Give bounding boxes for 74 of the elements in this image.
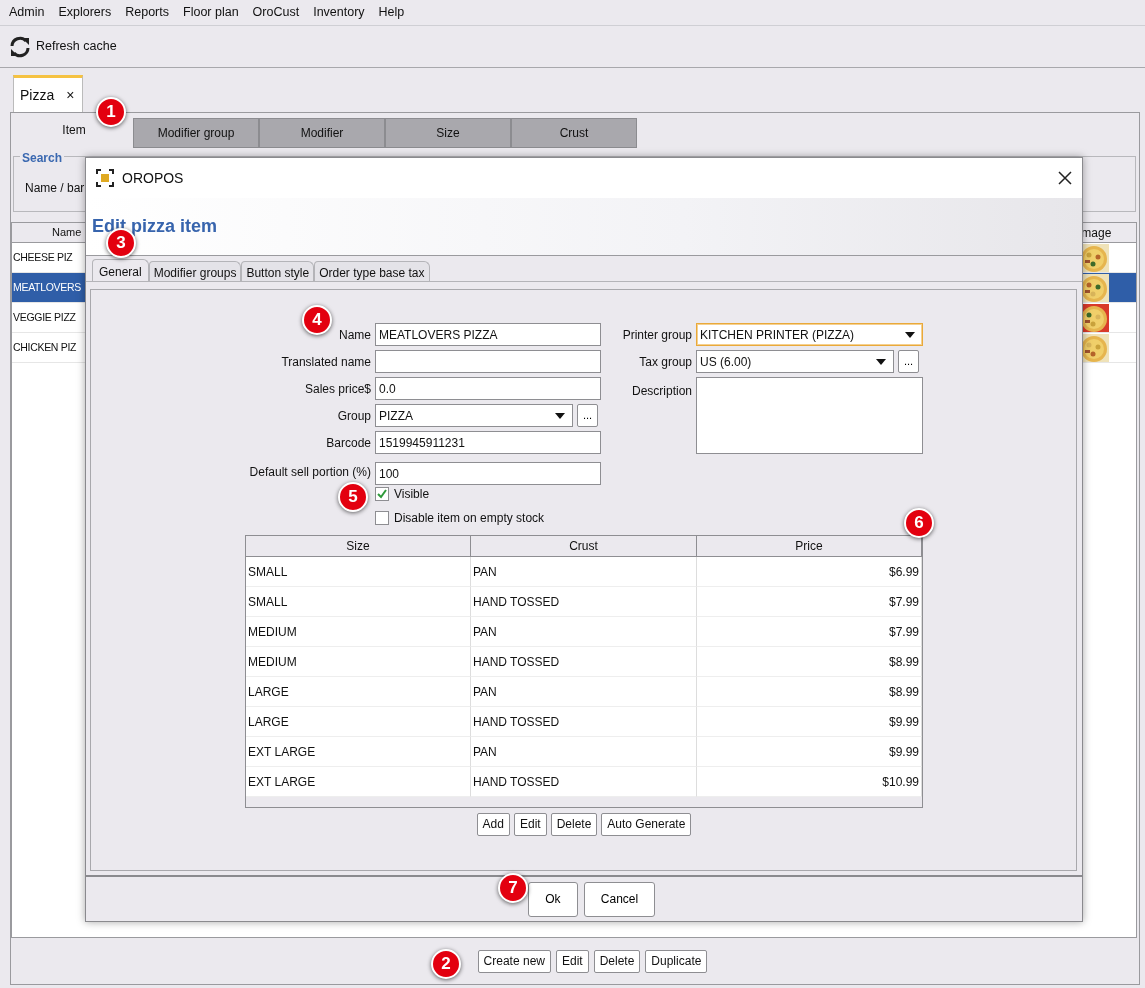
tab[interactable]: Modifier groups bbox=[148, 261, 242, 281]
toolbar-button-label[interactable]: Refresh cache bbox=[36, 37, 117, 56]
action-button[interactable]: Create new bbox=[477, 949, 551, 973]
dropdown[interactable]: KITCHEN PRINTER (PIZZA) bbox=[696, 323, 923, 346]
field-label: Description bbox=[630, 383, 692, 400]
table-cell-text: CHEESE PIZ bbox=[13, 249, 73, 265]
tab[interactable]: Modifier group bbox=[133, 118, 259, 148]
input-field[interactable]: MEATLOVERS PIZZA bbox=[375, 323, 601, 346]
menu-item[interactable]: OroCust bbox=[245, 3, 307, 22]
menu-item[interactable]: Help bbox=[371, 3, 412, 22]
refresh-icon[interactable] bbox=[8, 34, 32, 59]
callout-marker: 1 bbox=[96, 97, 126, 127]
table-cell-text: CHICKEN PIZ bbox=[13, 339, 77, 355]
cancel-button[interactable]: Cancel bbox=[583, 881, 656, 917]
column-header: Size bbox=[246, 536, 471, 557]
action-button[interactable]: Edit bbox=[556, 949, 589, 973]
column-header: Crust bbox=[471, 536, 697, 557]
window-title: OROPOS bbox=[122, 168, 185, 188]
column-header: Price bbox=[697, 536, 922, 557]
browse-button[interactable]: ... bbox=[577, 404, 598, 427]
menu-item[interactable]: Floor plan bbox=[176, 3, 246, 22]
tab[interactable]: General bbox=[92, 259, 149, 281]
field-label: Name / bar bbox=[25, 180, 85, 197]
tab-label: Pizza bbox=[20, 85, 55, 105]
ok-button[interactable]: Ok bbox=[527, 881, 578, 917]
tab[interactable]: Size bbox=[385, 118, 511, 148]
action-button[interactable]: Delete bbox=[593, 949, 641, 973]
menu-item[interactable]: Inventory bbox=[306, 3, 372, 22]
input-field[interactable]: 0.0 bbox=[375, 377, 601, 400]
table-cell: HAND TOSSED bbox=[471, 767, 697, 797]
field-label: Name bbox=[338, 326, 371, 344]
input-field[interactable] bbox=[375, 350, 601, 373]
input-field[interactable]: 100 bbox=[375, 462, 601, 485]
table-action-button[interactable]: Add bbox=[476, 813, 510, 836]
tab[interactable]: Crust bbox=[511, 118, 637, 148]
field-label: Barcode bbox=[325, 434, 371, 452]
dropdown[interactable]: PIZZA bbox=[375, 404, 573, 427]
table-cell-text: VEGGIE PIZZ bbox=[13, 309, 76, 325]
table-cell: $10.99 bbox=[697, 767, 922, 797]
menu-item[interactable]: Admin bbox=[2, 3, 52, 22]
column-header: Name bbox=[52, 225, 82, 241]
close-button[interactable]: × bbox=[66, 84, 75, 106]
field-label: Printer group bbox=[621, 326, 692, 344]
action-button[interactable]: Duplicate bbox=[645, 949, 708, 973]
tab[interactable]: Order type base tax bbox=[314, 261, 430, 281]
table-cell: EXT LARGE bbox=[246, 767, 471, 797]
document-tab[interactable]: Pizza × bbox=[13, 75, 83, 112]
browse-button[interactable]: ... bbox=[898, 350, 919, 373]
dropdown[interactable]: US (6.00) bbox=[696, 350, 894, 373]
check-icon bbox=[376, 488, 388, 500]
app-icon bbox=[96, 169, 114, 187]
field-label: Translated name bbox=[280, 353, 371, 371]
caret-icon bbox=[554, 411, 568, 420]
text-area[interactable] bbox=[696, 377, 923, 454]
checkbox[interactable] bbox=[375, 487, 389, 501]
table-action-button[interactable]: Auto Generate bbox=[601, 813, 692, 836]
caret-icon bbox=[875, 357, 889, 366]
close-icon[interactable] bbox=[1058, 171, 1072, 185]
checkbox-label[interactable]: Disable item on empty stock bbox=[394, 509, 545, 527]
field-label: Sales price$ bbox=[303, 380, 371, 398]
tab[interactable]: Button style bbox=[241, 261, 315, 281]
menu-item[interactable]: Explorers bbox=[51, 3, 119, 22]
input-field[interactable]: 1519945911231 bbox=[375, 431, 601, 454]
field-label: Default sell portion (%) bbox=[248, 463, 371, 481]
menu-item[interactable]: Reports bbox=[118, 3, 176, 22]
table-action-button[interactable]: Edit bbox=[513, 813, 547, 836]
table-action-button[interactable]: Delete bbox=[550, 813, 598, 836]
checkbox-label[interactable]: Visible bbox=[394, 485, 430, 503]
table-cell-text: MEATLOVERS bbox=[13, 279, 81, 295]
tab[interactable]: Modifier bbox=[259, 118, 385, 148]
caret-icon bbox=[904, 330, 918, 339]
field-label: Group bbox=[336, 407, 371, 425]
checkbox[interactable] bbox=[375, 511, 389, 525]
field-label: Tax group bbox=[638, 353, 692, 371]
